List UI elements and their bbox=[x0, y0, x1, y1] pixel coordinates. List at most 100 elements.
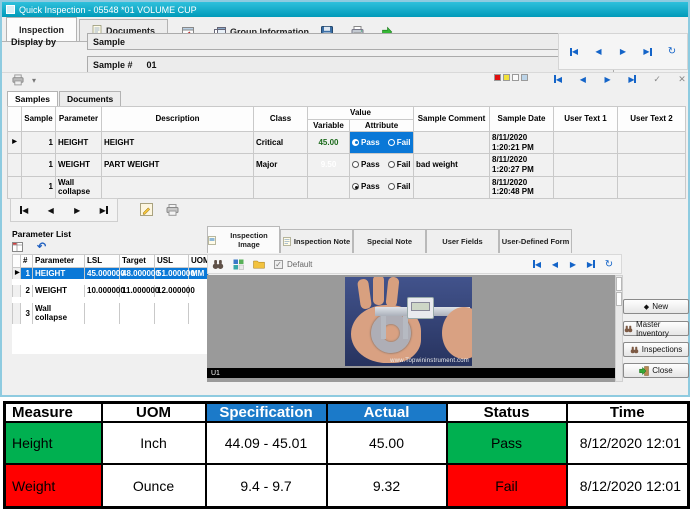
col-uom[interactable]: UOM bbox=[189, 255, 209, 268]
tab-samples-documents[interactable]: Documents bbox=[59, 91, 121, 106]
default-checkbox[interactable]: ✓ bbox=[274, 260, 283, 269]
col-variable[interactable]: Variable bbox=[308, 119, 350, 132]
image-scrollbar[interactable] bbox=[615, 275, 623, 382]
nav-last-button[interactable]: ▶ bbox=[640, 45, 656, 59]
col-value[interactable]: Value bbox=[308, 107, 414, 120]
col-status: Status bbox=[447, 403, 567, 423]
sample-number-combo[interactable]: Sample # 01 ▾ bbox=[87, 56, 614, 73]
print-dropdown-chevron-icon[interactable]: ▾ bbox=[32, 76, 36, 85]
cancel-x-icon[interactable]: ✕ bbox=[674, 72, 690, 86]
nav-first-button[interactable]: ◀ bbox=[566, 45, 582, 59]
legend-yellow-swatch bbox=[503, 74, 510, 81]
col-parameter[interactable]: Parameter bbox=[33, 255, 85, 268]
display-by-combo[interactable]: Sample ▾ bbox=[87, 33, 614, 50]
fail-radio[interactable] bbox=[388, 161, 395, 168]
tab-inspection-note[interactable]: Inspection Note bbox=[280, 229, 353, 253]
col-sample[interactable]: Sample bbox=[22, 107, 56, 132]
pass-radio-label: Pass bbox=[361, 138, 380, 148]
nav-next-button[interactable]: ▶ bbox=[615, 45, 631, 59]
nav-prev-button[interactable]: ◀ bbox=[547, 257, 563, 271]
col-sample-date[interactable]: Sample Date bbox=[490, 107, 554, 132]
table-row[interactable]: 1 WEIGHT PART WEIGHT Major 9.50 PassFail… bbox=[8, 154, 686, 176]
table-row[interactable]: ▶ 1 HEIGHT HEIGHT Critical 45.00 PassFai… bbox=[8, 132, 686, 154]
pass-radio[interactable] bbox=[352, 139, 359, 146]
inspections-button[interactable]: Inspections bbox=[623, 342, 689, 357]
cell-variable[interactable]: 9.50 bbox=[308, 154, 350, 176]
col-uom: UOM bbox=[102, 403, 206, 423]
parameter-list-title: Parameter List bbox=[12, 229, 71, 239]
col-user-text2[interactable]: User Text 2 bbox=[618, 107, 686, 132]
cell-uom bbox=[189, 300, 209, 327]
cell-sample: 1 bbox=[22, 176, 56, 198]
nav-first-button[interactable]: ◀ bbox=[550, 72, 566, 86]
fail-radio[interactable] bbox=[388, 139, 395, 146]
nav-prev-button[interactable]: ◀ bbox=[43, 203, 59, 217]
nav-prev-button[interactable]: ◀ bbox=[591, 45, 607, 59]
fail-radio[interactable] bbox=[388, 183, 395, 190]
col-description[interactable]: Description bbox=[102, 107, 254, 132]
nav-last-button[interactable]: ▶ bbox=[583, 257, 599, 271]
list-item[interactable]: ▶ 1 HEIGHT 45.000000 48.000000 51.000000… bbox=[13, 267, 209, 282]
accept-check-icon[interactable]: ✓ bbox=[649, 72, 665, 86]
cell-class bbox=[254, 176, 308, 198]
list-item[interactable]: 2 WEIGHT 10.000000 11.000000 12.000000 bbox=[13, 282, 209, 300]
tab-samples[interactable]: Samples bbox=[7, 91, 58, 106]
tab-user-defined-form[interactable]: User-Defined Form bbox=[499, 229, 572, 253]
col-attribute[interactable]: Attribute bbox=[350, 119, 414, 132]
image-note-icon bbox=[208, 236, 216, 245]
list-item[interactable]: 3 Wall collapse bbox=[13, 300, 209, 327]
nav-first-button[interactable]: ◀ bbox=[529, 257, 545, 271]
fit-image-icon[interactable] bbox=[233, 259, 244, 270]
nav-next-button[interactable]: ▶ bbox=[565, 257, 581, 271]
print-grid-icon[interactable] bbox=[12, 74, 24, 86]
nav-first-button[interactable]: ◀ bbox=[16, 203, 32, 217]
col-user-text1[interactable]: User Text 1 bbox=[554, 107, 618, 132]
table-row[interactable]: 1 Wall collapse PassFail 8/11/2020 1:20:… bbox=[8, 176, 686, 198]
col-sample-comment[interactable]: Sample Comment bbox=[414, 107, 490, 132]
pass-radio[interactable] bbox=[352, 183, 359, 190]
col-usl[interactable]: USL bbox=[155, 255, 189, 268]
nav-prev-button[interactable]: ◀ bbox=[575, 72, 591, 86]
samples-tab-strip: Samples Documents bbox=[7, 91, 122, 106]
pass-radio[interactable] bbox=[352, 161, 359, 168]
refresh-icon[interactable]: ↻ bbox=[664, 45, 680, 59]
tab-inspection-image[interactable]: Inspection Image bbox=[207, 226, 280, 253]
tab-user-fields[interactable]: User Fields bbox=[426, 229, 499, 253]
exit-door-icon bbox=[639, 366, 649, 376]
tab-special-note[interactable]: Special Note bbox=[353, 229, 426, 253]
col-measure: Measure bbox=[5, 403, 102, 423]
nav-last-button[interactable]: ▶ bbox=[624, 72, 640, 86]
inspection-image-viewport[interactable]: www.Topwininstrument.com U1 bbox=[207, 275, 615, 382]
cell-user-text1 bbox=[554, 154, 618, 176]
cell-usl: 51.000000 bbox=[155, 267, 189, 282]
col-specification: Specification bbox=[206, 403, 327, 423]
undo-icon[interactable]: ↶ bbox=[37, 240, 46, 253]
cell-variable[interactable] bbox=[308, 176, 350, 198]
print-small-icon[interactable] bbox=[164, 202, 180, 217]
col-num[interactable]: # bbox=[21, 255, 33, 268]
folder-icon[interactable] bbox=[253, 259, 265, 269]
new-button[interactable]: ◆ New bbox=[623, 299, 689, 314]
edit-pencil-icon[interactable] bbox=[138, 202, 154, 217]
cell-user-text1 bbox=[554, 176, 618, 198]
legend-red-swatch bbox=[494, 74, 501, 81]
refresh-icon[interactable]: ↻ bbox=[601, 257, 617, 271]
col-target[interactable]: Target bbox=[120, 255, 155, 268]
nav-next-button[interactable]: ▶ bbox=[600, 72, 616, 86]
col-parameter[interactable]: Parameter bbox=[56, 107, 102, 132]
title-bar: Quick Inspection - 05548 *01 VOLUME CUP bbox=[2, 2, 688, 17]
nav-last-button[interactable]: ▶ bbox=[96, 203, 112, 217]
layout-grid-icon[interactable] bbox=[12, 242, 23, 252]
new-diamond-icon: ◆ bbox=[644, 303, 649, 311]
col-lsl[interactable]: LSL bbox=[85, 255, 120, 268]
find-binoculars-icon[interactable] bbox=[212, 259, 224, 270]
window-title: Quick Inspection - 05548 *01 VOLUME CUP bbox=[19, 5, 197, 15]
cell-uom: MM bbox=[189, 267, 209, 282]
close-button[interactable]: Close bbox=[623, 363, 689, 378]
master-inventory-button[interactable]: Master Inventory bbox=[623, 321, 689, 336]
nav-next-button[interactable]: ▶ bbox=[69, 203, 85, 217]
finger-shape bbox=[373, 277, 384, 305]
cell-variable[interactable]: 45.00 bbox=[308, 132, 350, 154]
col-class[interactable]: Class bbox=[254, 107, 308, 132]
caliper-jaw bbox=[381, 313, 386, 339]
